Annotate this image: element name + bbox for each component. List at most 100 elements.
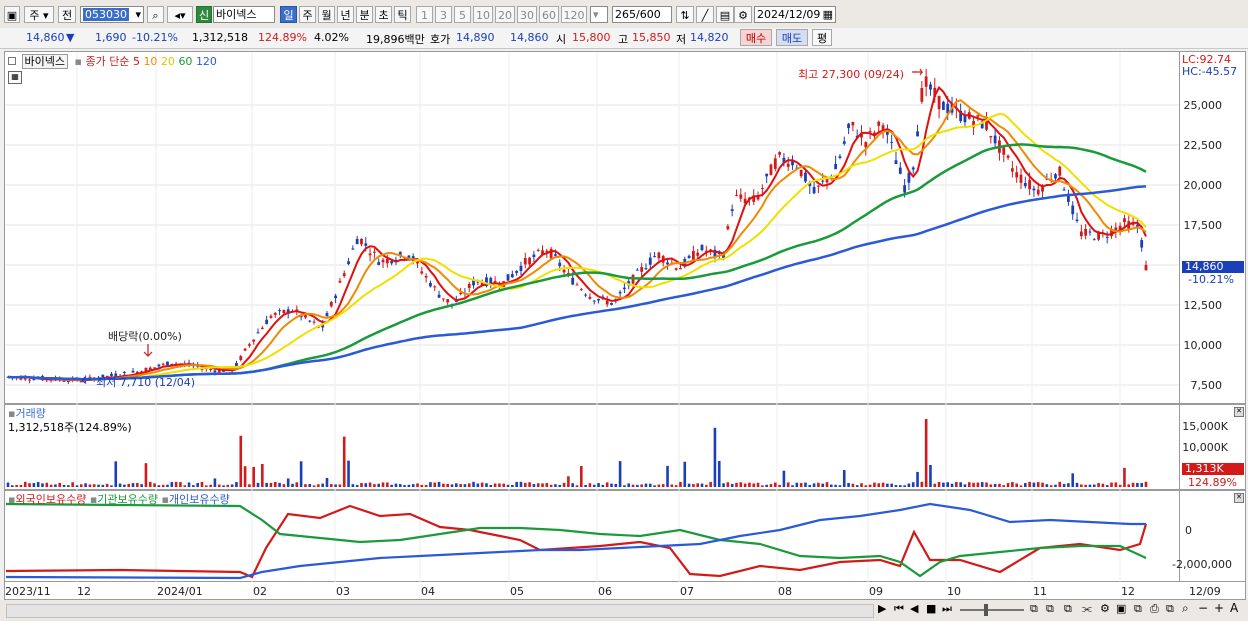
volume-bar	[317, 484, 320, 487]
candle-body	[1032, 188, 1036, 191]
panel-icon[interactable]: ⧉	[1064, 602, 1072, 616]
first-icon[interactable]: ⏮	[894, 602, 904, 616]
candle-body	[679, 268, 682, 270]
layout-icon[interactable]: ⧉	[1030, 602, 1038, 616]
zoom-slider-handle[interactable]	[984, 604, 988, 616]
candle-body	[851, 121, 855, 126]
volume-bar	[1075, 482, 1079, 487]
volume-bar	[644, 483, 648, 487]
volume-bar	[898, 485, 902, 487]
candle-body	[355, 238, 359, 245]
candle-body	[847, 123, 850, 129]
volume-bar	[144, 463, 148, 487]
volume-bar	[769, 484, 773, 487]
volume-bar	[907, 483, 911, 487]
x-label-06: 06	[598, 585, 612, 598]
split-icon[interactable]: ⧉	[1046, 602, 1054, 616]
volume-bar	[1041, 482, 1044, 487]
volume-bar	[1127, 484, 1131, 487]
legend-individual[interactable]: 개인보유수량	[169, 493, 230, 506]
legend-foreign[interactable]: 외국인보유수량	[15, 493, 86, 506]
volume-bar	[351, 484, 355, 487]
candle-body	[1092, 239, 1096, 241]
prev-icon[interactable]: ◀	[910, 602, 918, 615]
volume-bar	[88, 484, 92, 487]
candle-body	[739, 194, 743, 199]
candle-body	[368, 253, 372, 256]
plus-icon[interactable]: +	[1214, 601, 1224, 615]
legend-box-icon[interactable]	[8, 57, 16, 65]
candle-body	[239, 356, 243, 360]
legend-stock-name[interactable]: 바이넥스	[21, 54, 68, 69]
volume-bar	[321, 483, 324, 487]
candle-body	[1028, 180, 1032, 190]
volume-bar	[1058, 481, 1062, 487]
scroll-right-icon[interactable]: ▶	[878, 602, 886, 615]
volume-bar	[148, 481, 152, 487]
volume-bar	[834, 484, 837, 487]
zoom-slider[interactable]	[960, 609, 1024, 611]
candle-body	[842, 141, 846, 144]
candle-body	[894, 160, 898, 165]
legend-ma120[interactable]: 120	[196, 55, 217, 68]
volume-bar	[795, 482, 799, 487]
copy-icon[interactable]: ⧉	[1134, 602, 1142, 616]
hold-ytick-neg2m: -2,000,000	[1172, 558, 1232, 571]
legend-ma20[interactable]: 20	[161, 55, 175, 68]
grid-toggle-icon[interactable]: ▦	[8, 71, 22, 84]
legend-institution[interactable]: 기관보유수량	[97, 493, 158, 506]
volume-bar	[226, 484, 230, 487]
volume-bar	[455, 483, 458, 487]
volume-bar	[575, 485, 579, 487]
volume-bar	[1136, 482, 1139, 487]
image-icon[interactable]: ▣	[1116, 602, 1126, 615]
candle-body	[377, 262, 381, 265]
scrollbar-track[interactable]	[6, 604, 874, 618]
stop-icon[interactable]: ■	[926, 602, 936, 615]
volume-bar	[528, 482, 531, 487]
candle-body	[1123, 218, 1126, 223]
volume-bar	[433, 482, 437, 487]
print-icon[interactable]: ⎙	[1150, 602, 1159, 616]
bottom-bar: ▶ ⏮ ◀ ■ ⏭ ⧉ ⧉ ⧉ ⫘ ⚙ ▣ ⧉ ⎙ ⧉ ⌕ − + A	[0, 600, 1248, 621]
volume-bar	[411, 484, 415, 487]
volume-close-icon[interactable]: ✕	[1234, 407, 1244, 417]
candle-body	[385, 258, 389, 264]
volume-bar	[472, 481, 475, 487]
settings-icon[interactable]: ⚙	[1100, 602, 1110, 615]
volume-bar	[894, 485, 898, 487]
volume-bar	[584, 484, 587, 487]
candle-body	[62, 380, 66, 382]
volume-bar	[243, 466, 247, 487]
candle-body	[429, 282, 432, 287]
price-ytick: 12,500	[1183, 299, 1223, 312]
candle-body	[1010, 168, 1014, 172]
compare-icon[interactable]: ⫘	[1082, 602, 1092, 616]
candle-body	[937, 95, 941, 110]
hc-label: HC:-45.57	[1182, 65, 1238, 78]
legend-ma-label[interactable]: 종가 단순	[85, 55, 129, 68]
volume-bar	[377, 483, 381, 487]
font-size-icon[interactable]: A	[1230, 601, 1238, 615]
candle-body	[325, 313, 329, 317]
minus-icon[interactable]: −	[1198, 601, 1208, 615]
volume-bar	[989, 484, 993, 487]
current-volume-tag: 1,313K	[1182, 463, 1244, 475]
next-icon[interactable]: ⏭	[942, 602, 952, 616]
volume-bar	[1088, 484, 1092, 487]
price-ytick: 7,500	[1190, 379, 1223, 392]
volume-bar	[166, 484, 169, 487]
legend-ma10[interactable]: 10	[143, 55, 157, 68]
candle-body	[536, 249, 540, 251]
export-icon[interactable]: ⧉	[1166, 602, 1174, 616]
legend-ma5[interactable]: 5	[133, 55, 140, 68]
volume-bar	[717, 461, 721, 487]
legend-ma60[interactable]: 60	[178, 55, 192, 68]
volume-bar	[1071, 473, 1075, 487]
volume-bar	[1045, 484, 1049, 487]
holding-close-icon[interactable]: ✕	[1234, 493, 1244, 503]
candle-body	[1002, 147, 1006, 155]
volume-bar	[183, 485, 187, 487]
zoom-out-icon[interactable]: ⌕	[1182, 601, 1189, 616]
stock-chart[interactable]	[0, 0, 1248, 621]
